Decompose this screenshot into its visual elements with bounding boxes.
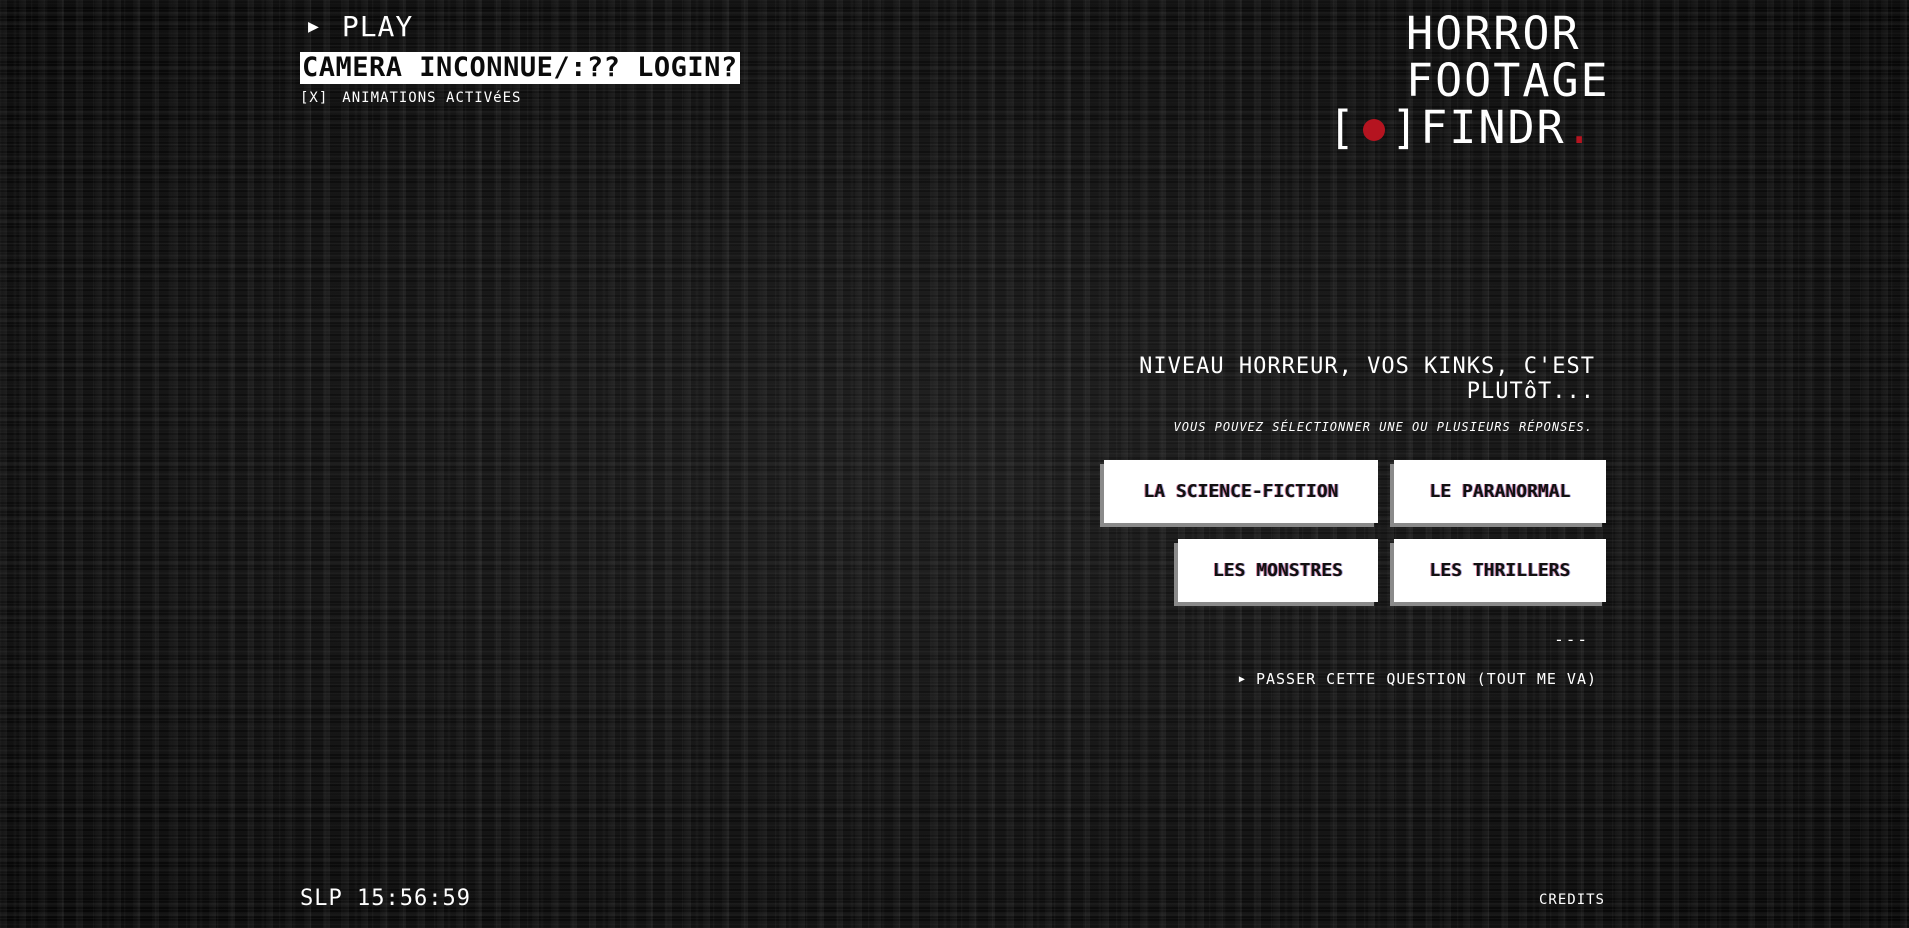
answer-monstres-button[interactable]: LES MONSTRES [1178, 539, 1378, 602]
play-label: PLAY [341, 10, 414, 43]
play-indicator: ▶ PLAY [308, 10, 413, 43]
logo-period: . [1565, 101, 1595, 154]
vhs-static-background [0, 0, 1909, 928]
logo-line-footage: FOOTAGE [1406, 54, 1610, 107]
answer-science-fiction-button[interactable]: LA SCIENCE-FICTION [1104, 460, 1378, 523]
logo-bracket-close: ] [1391, 101, 1421, 154]
answer-row-2: LES MONSTRES LES THRILLERS [1178, 539, 1606, 602]
record-dot-icon [1363, 118, 1386, 141]
camera-login-link[interactable]: CAMERA INCONNUE/:?? LOGIN? [300, 52, 740, 84]
animations-checkbox[interactable]: [X] [300, 90, 328, 106]
horror-footage-findr-logo[interactable]: HORROR FOOTAGE [ ] FINDR . [1328, 10, 1610, 151]
skip-label: PASSER CETTE QUESTION (TOUT ME VA) [1255, 670, 1597, 688]
logo-findr-text: FINDR [1420, 101, 1566, 154]
question-title: NIVEAU HORREUR, VOS KINKS, C'EST PLUTôT.… [1139, 354, 1595, 404]
play-triangle-icon: ▶ [308, 16, 320, 37]
answer-row-1: LA SCIENCE-FICTION LE PARANORMAL [1104, 460, 1606, 523]
logo-line-horror: HORROR [1406, 7, 1581, 60]
skip-triangle-icon: ▶ [1238, 673, 1246, 685]
answer-options: LA SCIENCE-FICTION LE PARANORMAL LES MON… [1086, 460, 1606, 602]
animations-toggle[interactable]: [X] ANIMATIONS ACTIVéES [300, 90, 521, 106]
vhs-clock: SLP 15:56:59 [300, 886, 471, 911]
logo-line-findr: [ ] FINDR . [1328, 104, 1610, 151]
question-hint: VOUS POUVEZ SÉLECTIONNER UNE OU PLUSIEUR… [1173, 420, 1593, 434]
answer-paranormal-button[interactable]: LE PARANORMAL [1394, 460, 1606, 523]
logo-bracket-open: [ [1328, 101, 1358, 154]
separator: --- [1554, 630, 1589, 649]
credits-link[interactable]: CREDITS [1539, 892, 1605, 908]
skip-question-link[interactable]: ▶ PASSER CETTE QUESTION (TOUT ME VA) [1239, 670, 1597, 688]
answer-thrillers-button[interactable]: LES THRILLERS [1394, 539, 1606, 602]
animations-label: ANIMATIONS ACTIVéES [342, 90, 522, 106]
